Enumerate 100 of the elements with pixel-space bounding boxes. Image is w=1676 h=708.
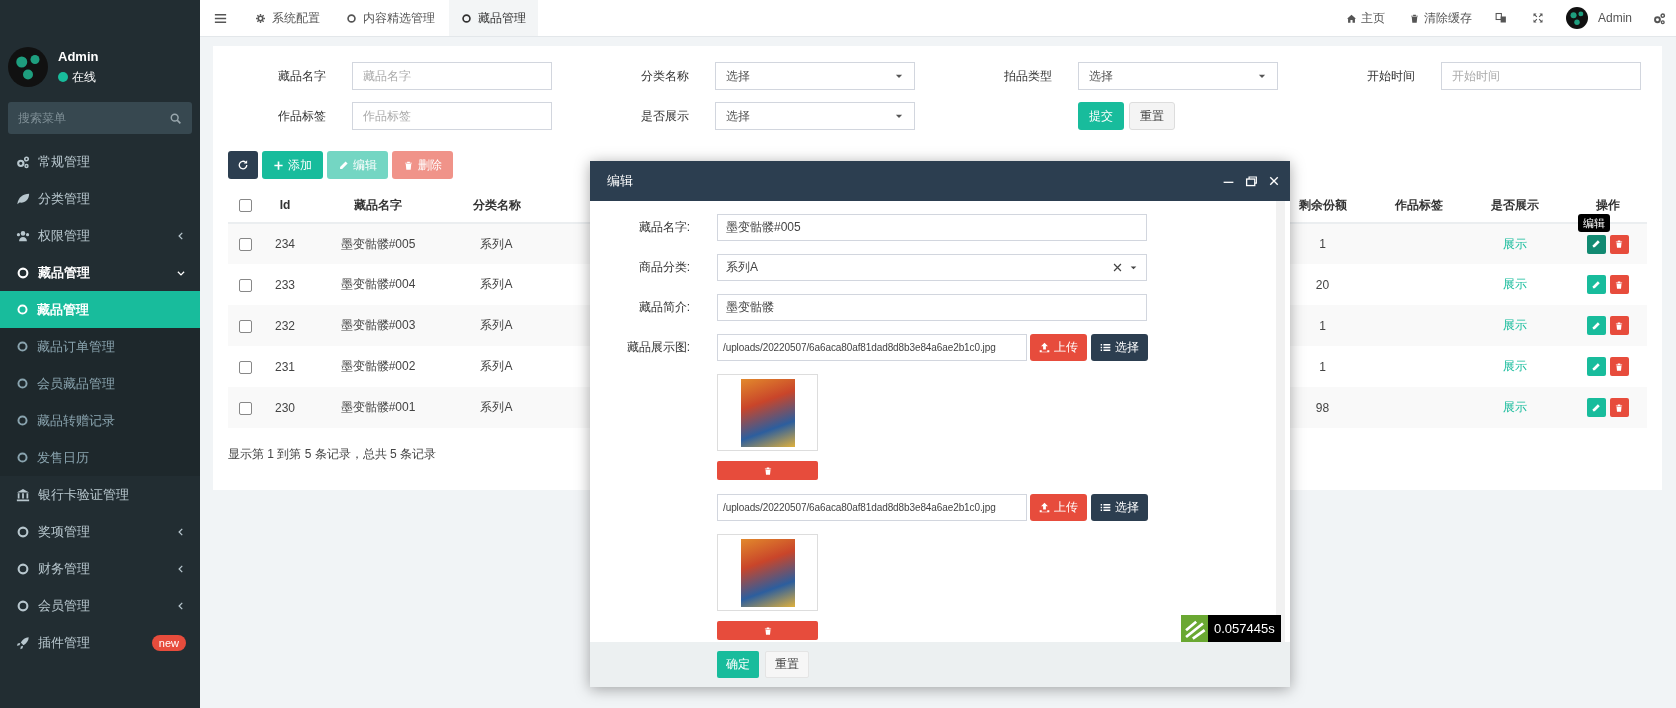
upload-button[interactable]: 上传 bbox=[1030, 334, 1087, 361]
translate-icon[interactable] bbox=[1495, 12, 1507, 24]
circle-icon bbox=[16, 340, 29, 353]
checkbox[interactable] bbox=[238, 199, 252, 213]
sidebar-item[interactable]: 奖项管理 bbox=[0, 513, 200, 550]
input-field[interactable]: /uploads/20220507/6a6aca80af81dad8d8b3e84a6ae2b1c0.jpg bbox=[717, 334, 1027, 361]
checkbox[interactable] bbox=[238, 238, 252, 252]
select-field[interactable]: 选择 bbox=[715, 62, 915, 90]
user-name: Admin bbox=[58, 48, 99, 64]
column-header: 是否展示 bbox=[1491, 197, 1539, 212]
sidebar-item[interactable]: 银行卡验证管理 bbox=[0, 476, 200, 513]
sidebar-item[interactable]: 常规管理 bbox=[0, 143, 200, 180]
delete-button[interactable] bbox=[1609, 275, 1629, 294]
circle-icon bbox=[16, 377, 29, 390]
circle-icon bbox=[16, 414, 29, 427]
close-icon[interactable] bbox=[1268, 175, 1280, 187]
pencil-icon bbox=[1591, 279, 1601, 290]
checkbox[interactable] bbox=[238, 278, 252, 292]
sidebar-item[interactable]: 藏品订单管理 bbox=[0, 328, 200, 365]
home-icon bbox=[1346, 12, 1357, 24]
edit-button[interactable] bbox=[1586, 357, 1606, 376]
circle-icon bbox=[16, 451, 29, 464]
settings-icon[interactable] bbox=[1653, 11, 1666, 25]
select-field[interactable]: 选择 bbox=[1078, 62, 1278, 90]
circle-icon bbox=[461, 12, 472, 24]
input-field[interactable]: 开始时间 bbox=[1441, 62, 1641, 90]
pagination-info: 显示第 1 到第 5 条记录，总共 5 条记录 bbox=[228, 446, 438, 463]
choose-button[interactable]: 选择 bbox=[1091, 334, 1148, 361]
table-cell: 墨变骷髅#001 bbox=[340, 400, 416, 414]
reset-button[interactable]: 重置 bbox=[1129, 102, 1175, 130]
column-header: 分类名称 bbox=[472, 197, 521, 212]
sidebar-item[interactable]: 藏品管理 bbox=[0, 254, 200, 291]
nav-tab[interactable]: 藏品管理 bbox=[449, 0, 538, 36]
reset-button[interactable]: 重置 bbox=[765, 651, 809, 678]
input-field[interactable]: 藏品名字 bbox=[352, 62, 552, 90]
delete-button[interactable] bbox=[1609, 234, 1629, 254]
delete-button[interactable] bbox=[1609, 398, 1629, 417]
table-cell: 233 bbox=[275, 277, 295, 292]
edit-button[interactable] bbox=[1586, 275, 1606, 294]
input-field[interactable]: /uploads/20220507/6a6aca80af81dad8d8b3e84a6ae2b1c0.jpg bbox=[717, 494, 1027, 521]
load-time-badge: 0.057445s bbox=[1208, 615, 1281, 642]
upload-icon bbox=[1039, 342, 1050, 353]
circle-icon bbox=[16, 524, 30, 539]
checkbox[interactable] bbox=[238, 319, 252, 333]
edit-button[interactable] bbox=[1586, 316, 1606, 335]
plus-icon bbox=[273, 159, 284, 171]
list-icon bbox=[1100, 342, 1111, 353]
input-field[interactable]: 墨变骷髅 bbox=[717, 294, 1147, 321]
fullscreen-icon[interactable] bbox=[1532, 12, 1544, 24]
checkbox[interactable] bbox=[238, 401, 252, 415]
field-label: 商品分类: bbox=[638, 260, 690, 274]
edit-button[interactable] bbox=[1586, 398, 1606, 417]
select-field[interactable]: 选择 bbox=[715, 102, 915, 130]
tooltip: 编辑 bbox=[1578, 214, 1610, 232]
delete-button[interactable] bbox=[1609, 357, 1629, 376]
cogs-icon bbox=[16, 154, 30, 169]
upload-button[interactable]: 上传 bbox=[1030, 494, 1087, 521]
input-field[interactable]: 墨变骷髅#005 bbox=[717, 214, 1147, 241]
column-header: 作品标签 bbox=[1394, 197, 1443, 212]
sidebar-item[interactable]: 分类管理 bbox=[0, 180, 200, 217]
nav-tab[interactable]: 内容精选管理 bbox=[334, 0, 447, 36]
table-cell: 1 bbox=[1319, 359, 1326, 374]
pencil-icon bbox=[1591, 361, 1601, 372]
sidebar-item[interactable]: 权限管理 bbox=[0, 217, 200, 254]
table-cell: 展示 bbox=[1503, 400, 1527, 414]
choose-button[interactable]: 选择 bbox=[1091, 494, 1148, 521]
column-header: Id bbox=[279, 198, 291, 212]
dialog-title: 编辑 bbox=[607, 172, 634, 190]
search-field[interactable]: 搜索菜单 bbox=[8, 102, 192, 134]
table-cell: 系列A bbox=[480, 236, 513, 251]
column-header: 剩余份额 bbox=[1298, 197, 1347, 212]
nav-tab[interactable]: 系统配置 bbox=[243, 0, 332, 36]
avatar-icon[interactable] bbox=[1566, 7, 1588, 29]
search-icon[interactable] bbox=[169, 112, 182, 125]
table-cell: 展示 bbox=[1503, 277, 1527, 291]
table-cell: 234 bbox=[275, 237, 295, 251]
sidebar-item[interactable]: 插件管理 new bbox=[0, 624, 200, 661]
select-field[interactable]: 系列A bbox=[717, 254, 1147, 281]
sidebar-item[interactable]: 会员管理 bbox=[0, 587, 200, 624]
sidebar-item[interactable]: 财务管理 bbox=[0, 550, 200, 587]
input-field[interactable]: 作品标签 bbox=[352, 102, 552, 130]
logo-icon[interactable] bbox=[1181, 615, 1208, 642]
circle-icon bbox=[16, 265, 30, 280]
delete-button[interactable] bbox=[1609, 316, 1629, 335]
column-header: 藏品名字 bbox=[354, 197, 402, 212]
checkbox[interactable] bbox=[238, 360, 252, 374]
scrollbar[interactable] bbox=[1276, 201, 1285, 642]
nav-link[interactable]: 主页 bbox=[1334, 0, 1397, 36]
trash-icon bbox=[403, 159, 414, 171]
clear-icon[interactable] bbox=[1112, 262, 1123, 273]
nav-link[interactable]: 清除缓存 bbox=[1397, 0, 1484, 36]
column-header: 操作 bbox=[1595, 197, 1620, 212]
sidebar-item[interactable]: 藏品转赠记录 bbox=[0, 402, 200, 439]
restore-icon[interactable] bbox=[1245, 174, 1258, 188]
user-name[interactable]: Admin bbox=[1598, 11, 1632, 25]
edit-button[interactable] bbox=[1586, 234, 1606, 254]
table-cell: 系列A bbox=[480, 277, 513, 291]
refresh-button[interactable] bbox=[228, 151, 258, 179]
sidebar-item[interactable]: 发售日历 bbox=[0, 439, 200, 476]
sidebar-item[interactable]: 会员藏品管理 bbox=[0, 365, 200, 402]
